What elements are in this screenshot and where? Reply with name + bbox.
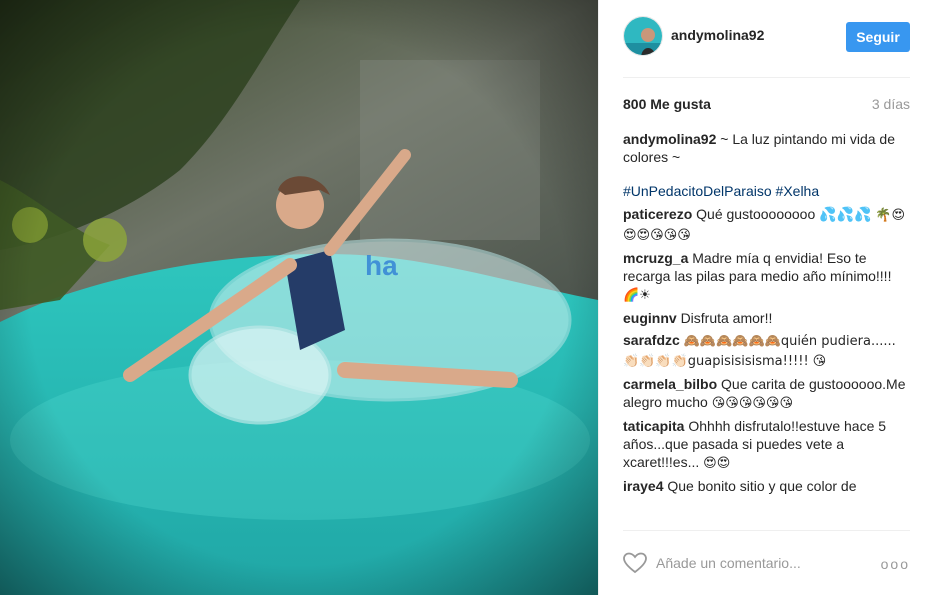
comment-username[interactable]: mcruzg_a: [623, 250, 688, 266]
comments-list[interactable]: andymolina92 ~ La luz pintando mi vida d…: [623, 130, 911, 528]
divider: [623, 530, 910, 531]
comment-emoji: 😘: [812, 354, 827, 369]
comment-username[interactable]: euginnv: [623, 310, 677, 326]
comment-text: Disfruta amor!!: [680, 310, 773, 326]
comment-username[interactable]: taticapita: [623, 418, 684, 434]
username-link[interactable]: andymolina92: [671, 27, 764, 43]
comment-item: sarafdzc 🙈🙈🙈🙈🙈🙈quién pudiera......👏🏻👏🏻👏🏻…: [623, 331, 911, 371]
avatar-image: [624, 17, 662, 55]
more-options-icon[interactable]: ooo: [881, 556, 910, 572]
comment-emoji: 🌈☀: [623, 288, 651, 303]
comment-username[interactable]: carmela_bilbo: [623, 376, 717, 392]
comment-item: taticapita Ohhhh disfrutalo!!estuve hace…: [623, 417, 911, 473]
comment-username[interactable]: paticerezo: [623, 206, 692, 222]
photo-scene: ha: [0, 0, 598, 595]
comment-text: Que bonito sitio y que color de: [667, 478, 857, 494]
comment-text: Qué gustoooooooo 💦💦💦: [696, 206, 872, 222]
comment-emoji: 😘😘😘😘😘😘: [711, 396, 794, 411]
likes-count[interactable]: 800 Me gusta: [623, 96, 711, 112]
comment-emoji: 😍😍: [703, 456, 731, 471]
avatar[interactable]: [623, 16, 663, 56]
comment-item: paticerezo Qué gustoooooooo 💦💦💦 🌴😍😍😍😘😘😘: [623, 205, 911, 245]
comment-item: mcruzg_a Madre mía q envidia! Eso te rec…: [623, 249, 911, 305]
comment-item: iraye4 Que bonito sitio y que color de: [623, 477, 911, 495]
post-photo: ha: [0, 0, 598, 595]
comment-input[interactable]: [656, 550, 866, 576]
heart-icon[interactable]: [623, 552, 647, 574]
caption: andymolina92 ~ La luz pintando mi vida d…: [623, 130, 911, 166]
comment-username[interactable]: sarafdzc: [623, 332, 680, 348]
follow-button[interactable]: Seguir: [846, 22, 910, 52]
divider: [623, 77, 910, 78]
post-side-panel: andymolina92 Seguir 800 Me gusta 3 días …: [598, 0, 931, 595]
caption-hashtags[interactable]: #UnPedacitoDelParaiso #Xelha: [623, 182, 911, 200]
comment-item: euginnv Disfruta amor!!: [623, 309, 911, 327]
comment-username[interactable]: iraye4: [623, 478, 663, 494]
post-header: andymolina92 Seguir: [623, 16, 910, 58]
comment-item: carmela_bilbo Que carita de gustoooooo.M…: [623, 375, 911, 413]
caption-username[interactable]: andymolina92: [623, 131, 716, 147]
post-time[interactable]: 3 días: [872, 96, 910, 112]
comment-bar: ooo: [623, 546, 910, 582]
